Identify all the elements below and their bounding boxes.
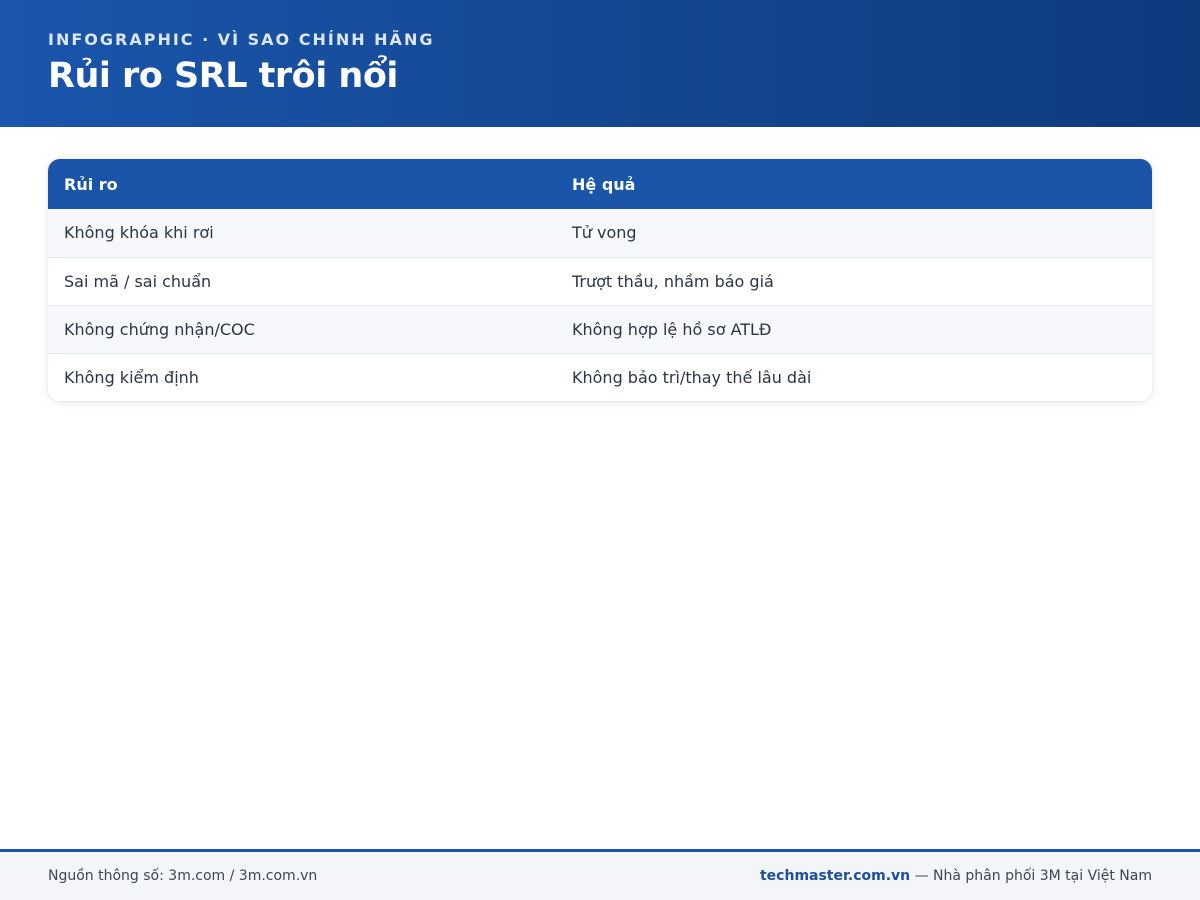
header-kicker: INFOGRAPHIC · VÌ SAO CHÍNH HÃNG — [48, 30, 435, 49]
risk-table: Rủi ro Hệ quả Không khóa khi rơi Tử vong… — [48, 159, 1152, 401]
consequence-cell: Không hợp lệ hồ sơ ATLĐ — [556, 304, 1152, 353]
infographic-page: INFOGRAPHIC · VÌ SAO CHÍNH HÃNG Rủi ro S… — [0, 0, 1200, 900]
column-header-risk: Rủi ro — [48, 159, 556, 209]
table-header-row: Rủi ro Hệ quả — [48, 159, 1152, 209]
consequence-cell: Tử vong — [556, 209, 1152, 257]
table-body: Không khóa khi rơi Tử vong Sai mã / sai … — [48, 209, 1152, 401]
table-row: Không kiểm định Không bảo trì/thay thế l… — [48, 352, 1152, 401]
table-row: Sai mã / sai chuẩn Trượt thầu, nhầm báo … — [48, 256, 1152, 305]
distributor-tagline: — Nhà phân phối 3M tại Việt Nam — [910, 868, 1152, 884]
consequence-cell: Không bảo trì/thay thế lâu dài — [556, 352, 1152, 401]
risk-cell: Không chứng nhận/COC — [48, 304, 556, 353]
page-header: INFOGRAPHIC · VÌ SAO CHÍNH HÃNG Rủi ro S… — [0, 0, 1200, 127]
table-head: Rủi ro Hệ quả — [48, 159, 1152, 209]
table-row: Không chứng nhận/COC Không hợp lệ hồ sơ … — [48, 304, 1152, 353]
source-note: Nguồn thông số: 3m.com / 3m.com.vn — [48, 868, 318, 884]
page-footer: Nguồn thông số: 3m.com / 3m.com.vn techm… — [0, 849, 1200, 900]
risk-cell: Sai mã / sai chuẩn — [48, 256, 556, 305]
table-row: Không khóa khi rơi Tử vong — [48, 209, 1152, 257]
column-header-consequence: Hệ quả — [556, 159, 1152, 209]
distributor-note: techmaster.com.vn — Nhà phân phối 3M tại… — [760, 868, 1152, 884]
brand-link[interactable]: techmaster.com.vn — [760, 868, 910, 884]
page-title: Rủi ro SRL trôi nổi — [48, 56, 398, 96]
risk-table-card: Rủi ro Hệ quả Không khóa khi rơi Tử vong… — [48, 159, 1152, 401]
consequence-cell: Trượt thầu, nhầm báo giá — [556, 256, 1152, 305]
risk-cell: Không kiểm định — [48, 352, 556, 401]
risk-cell: Không khóa khi rơi — [48, 209, 556, 257]
